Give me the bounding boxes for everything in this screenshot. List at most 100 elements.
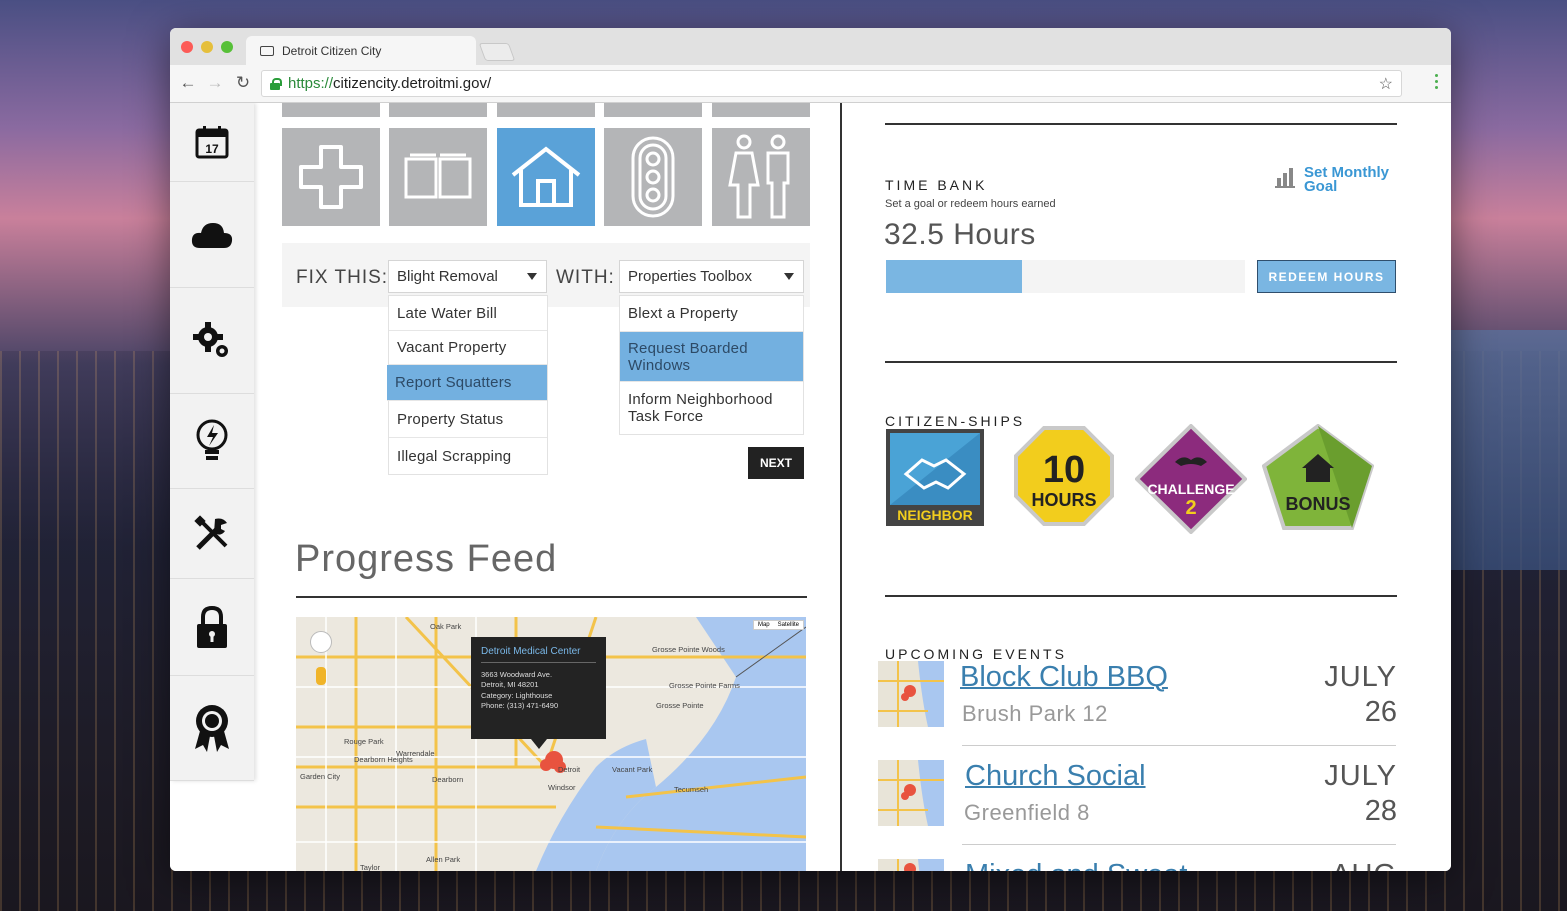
map-pan-control[interactable]: [310, 631, 332, 653]
bar-chart-icon: [1275, 168, 1295, 188]
house-icon: [511, 146, 581, 207]
category-tile-traffic[interactable]: [604, 128, 702, 226]
sidebar-item-cloud[interactable]: [170, 182, 254, 288]
badge-challenge-2[interactable]: CHALLENGE 2: [1135, 424, 1247, 534]
calendar-day: 17: [205, 142, 219, 156]
category-tile-partial[interactable]: [604, 103, 702, 117]
map-type-satellite[interactable]: Satellite: [774, 621, 803, 629]
redeem-hours-button[interactable]: REDEEM HOURS: [1257, 260, 1396, 293]
with-dropdown[interactable]: Properties Toolbox: [619, 260, 804, 293]
event-title[interactable]: Church Social: [965, 760, 1146, 793]
map-type-toggle[interactable]: Map Satellite: [752, 620, 804, 630]
event-month: JULY: [1324, 661, 1397, 693]
sidebar-item-calendar[interactable]: 17: [170, 103, 254, 182]
popup-category: Category: Lighthouse: [481, 690, 553, 700]
map-label: Grosse Pointe Farms: [669, 681, 740, 690]
category-tile-housing[interactable]: [497, 128, 595, 226]
maximize-window-button[interactable]: [221, 41, 233, 53]
calendar-icon: 17: [195, 126, 229, 159]
badge-10-hours[interactable]: 10 HOURS: [1008, 424, 1120, 534]
traffic-light-icon: [631, 136, 675, 218]
street-view-pegman-icon[interactable]: [316, 667, 326, 685]
category-tile-education[interactable]: [389, 128, 487, 226]
fix-this-dropdown[interactable]: Blight Removal: [388, 260, 547, 293]
upcoming-events-title: UPCOMING EVENTS: [885, 646, 1067, 662]
badge-hours-label: HOURS: [1031, 490, 1096, 510]
map-label: Vacant Park: [612, 765, 653, 774]
event-item[interactable]: Block Club BBQ Brush Park 12 JULY 26: [878, 661, 1403, 741]
badge-bonus[interactable]: BONUS: [1262, 424, 1374, 534]
event-title[interactable]: Mixed and Sweat...: [965, 859, 1212, 871]
map-label: Dearborn: [432, 775, 464, 784]
map-label: Taylor: [360, 863, 381, 871]
category-tile-partial[interactable]: [282, 103, 380, 117]
tab-title: Detroit Citizen City: [282, 43, 382, 58]
event-location: Greenfield 8: [964, 800, 1090, 825]
fix-option-illegal-scrapping[interactable]: Illegal Scrapping: [389, 438, 547, 474]
category-tile-health[interactable]: [282, 128, 380, 226]
with-option-inform-task-force[interactable]: Inform Neighborhood Task Force: [620, 382, 803, 434]
cross-icon: [299, 145, 363, 209]
forward-arrow-icon[interactable]: →: [205, 73, 225, 93]
divider: [885, 595, 1397, 597]
fix-option-late-water-bill[interactable]: Late Water Bill: [389, 296, 547, 331]
sidebar-item-lock[interactable]: [170, 579, 254, 676]
url-scheme: https://: [288, 75, 334, 92]
popup-phone: Phone: (313) 471-6490: [481, 701, 559, 710]
hours-progress-fill: [886, 260, 1023, 293]
tools-icon: [194, 514, 228, 550]
with-option-request-boarded-windows[interactable]: Request Boarded Windows: [620, 332, 803, 382]
sidebar-item-idea[interactable]: [170, 394, 254, 489]
book-icon: [404, 153, 472, 199]
padlock-icon: [197, 605, 227, 648]
next-button[interactable]: NEXT: [748, 447, 804, 479]
close-window-button[interactable]: [181, 41, 193, 53]
category-tile-community[interactable]: [712, 128, 810, 226]
map-label: Allen Park: [426, 855, 461, 864]
map[interactable]: Oak Park Grosse Pointe Woods Grosse Poin…: [296, 617, 806, 871]
popup-title: Detroit Medical Center: [481, 646, 596, 663]
minimize-window-button[interactable]: [201, 41, 213, 53]
event-day: 26: [1364, 696, 1397, 728]
event-title[interactable]: Block Club BBQ: [960, 661, 1168, 694]
event-item[interactable]: Church Social Greenfield 8 JULY 28: [878, 760, 1403, 840]
back-arrow-icon[interactable]: ←: [178, 73, 198, 93]
new-tab-button[interactable]: [478, 43, 516, 61]
browser-tab[interactable]: Detroit Citizen City: [246, 36, 476, 65]
event-item[interactable]: Mixed and Sweat... AUG: [878, 859, 1403, 871]
fix-this-options: Late Water Bill Vacant Property Report S…: [387, 295, 548, 475]
hours-total: 32.5 Hours: [884, 218, 1036, 251]
caret-down-icon: [784, 273, 794, 280]
time-bank-subtitle: Set a goal or redeem hours earned: [885, 198, 1056, 210]
map-label: Warrendale: [396, 749, 435, 758]
category-tile-partial[interactable]: [712, 103, 810, 117]
address-bar[interactable]: https:// citizencity.detroitmi.gov/ ☆: [261, 70, 1402, 97]
lightbulb-icon: [196, 419, 228, 460]
sidebar-item-settings[interactable]: [170, 288, 254, 394]
with-selected: Properties Toolbox: [628, 268, 752, 285]
sidebar-item-award[interactable]: [170, 676, 254, 781]
fix-this-selected: Blight Removal: [397, 268, 498, 285]
fix-option-vacant-property[interactable]: Vacant Property: [389, 331, 547, 365]
fix-this-label: FIX THIS:: [296, 267, 389, 288]
fix-option-report-squatters[interactable]: Report Squatters: [387, 365, 547, 401]
set-goal-line2: Goal: [1304, 178, 1338, 195]
with-option-blext-property[interactable]: Blext a Property: [620, 296, 803, 332]
fix-option-property-status[interactable]: Property Status: [389, 401, 547, 438]
browser-toolbar: ← → ↻ https:// citizencity.detroitmi.gov…: [170, 65, 1451, 103]
browser-menu-icon[interactable]: [1435, 74, 1439, 92]
sidebar-item-tools[interactable]: [170, 489, 254, 579]
set-monthly-goal-link[interactable]: Set Monthly Goal: [1274, 165, 1396, 195]
tab-bar: Detroit Citizen City: [170, 28, 1451, 65]
cloud-icon: [191, 222, 233, 248]
map-type-map[interactable]: Map: [754, 621, 774, 629]
badge-neighbor[interactable]: NEIGHBOR: [884, 424, 996, 534]
event-map-thumbnail: [878, 661, 944, 727]
event-map-thumbnail: [878, 760, 944, 826]
bookmark-star-icon[interactable]: ☆: [1379, 74, 1393, 94]
category-tile-partial[interactable]: [389, 103, 487, 117]
badge-bonus-label: BONUS: [1285, 494, 1350, 514]
reload-icon[interactable]: ↻: [233, 73, 253, 93]
map-label: Detroit: [558, 765, 581, 774]
category-tile-partial[interactable]: [497, 103, 595, 117]
